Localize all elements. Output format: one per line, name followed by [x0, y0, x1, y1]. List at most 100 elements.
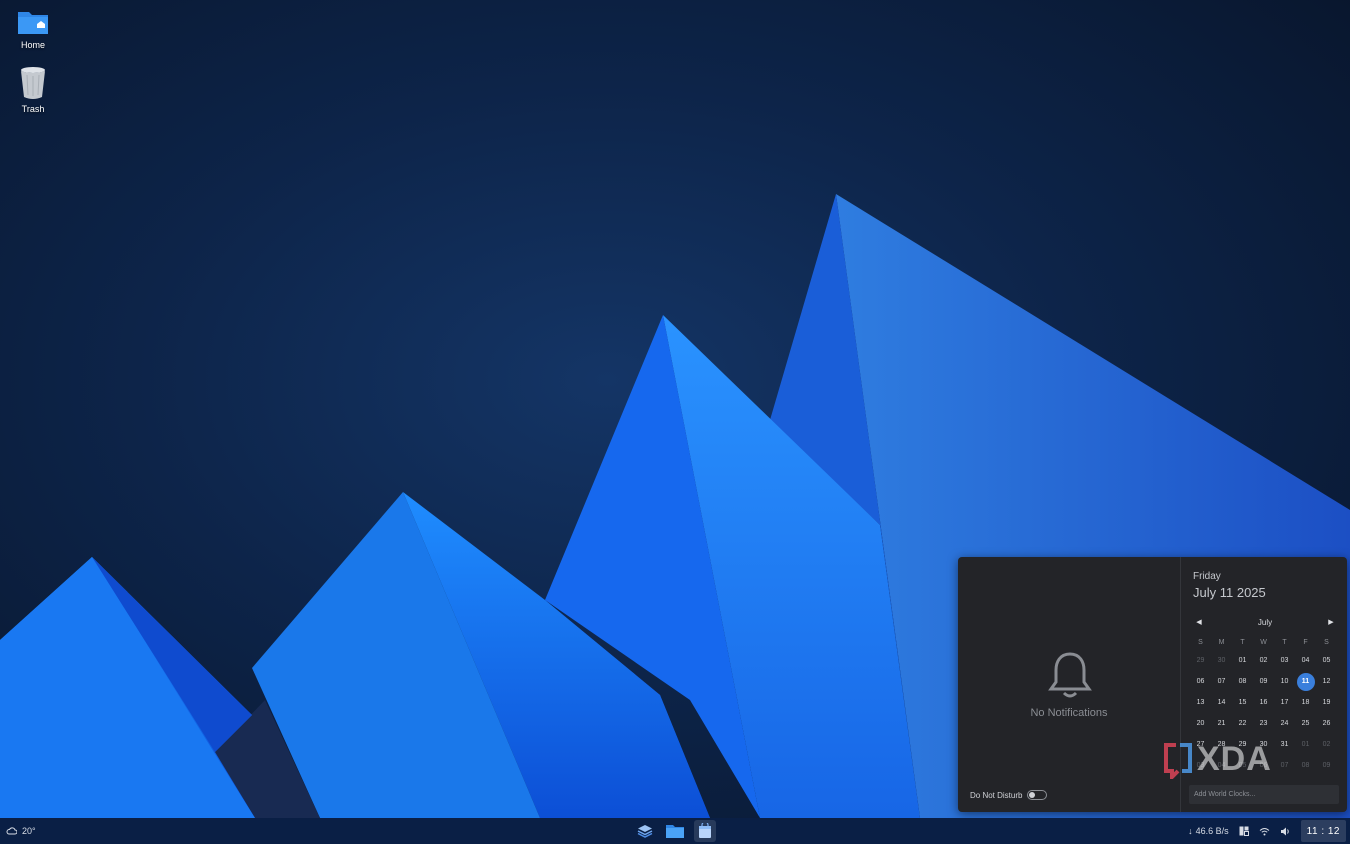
weather-temperature: 20°	[22, 826, 36, 836]
calendar-day[interactable]: 17	[1274, 692, 1295, 713]
file-manager-icon	[666, 825, 684, 838]
calendar-day-number: 06	[1196, 678, 1205, 685]
calendar-day-header: S	[1198, 639, 1203, 646]
multitasking-button[interactable]	[634, 820, 656, 842]
calendar-day[interactable]: 01	[1232, 650, 1253, 671]
calendar-month[interactable]: July	[1258, 618, 1272, 627]
calendar-day-header: F	[1303, 639, 1308, 646]
store-icon	[699, 823, 711, 838]
calendar-day-number: 12	[1322, 678, 1331, 685]
calendar-day-number: 04	[1301, 657, 1310, 664]
calendar-day-number: 07	[1217, 678, 1226, 685]
bell-icon	[1048, 652, 1092, 698]
calendar-day[interactable]: 16	[1253, 692, 1274, 713]
calendar-day-number: 01	[1238, 657, 1247, 664]
calendar-day[interactable]: 19	[1316, 692, 1337, 713]
watermark-logo: XDA	[1162, 740, 1272, 779]
desktop-icon-home[interactable]: Home	[8, 8, 58, 50]
previous-month-button[interactable]: ◀	[1193, 616, 1205, 628]
do-not-disturb-toggle[interactable]	[1027, 790, 1048, 800]
calendar-day[interactable]: 02	[1253, 650, 1274, 671]
calendar-day-number: 19	[1322, 699, 1331, 706]
calendar-day-number: 01	[1301, 741, 1310, 748]
calendar-day-header: T	[1282, 639, 1287, 646]
calendar-day[interactable]: 29	[1190, 650, 1211, 671]
trash-icon	[21, 67, 45, 99]
calendar-day-number: 23	[1259, 720, 1268, 727]
layers-icon	[637, 825, 653, 838]
calendar-day-number: 29	[1196, 657, 1205, 664]
weather-widget[interactable]: 20°	[6, 818, 36, 844]
calendar-day[interactable]: 13	[1190, 692, 1211, 713]
window-layout-icon[interactable]	[1239, 826, 1249, 836]
calendar-day[interactable]: 12	[1316, 671, 1337, 692]
taskbar-apps	[634, 820, 716, 842]
file-manager-button[interactable]	[664, 820, 686, 842]
calendar-day[interactable]: 14	[1211, 692, 1232, 713]
calendar-day-number: 22	[1238, 720, 1247, 727]
app-store-button[interactable]	[694, 820, 716, 842]
calendar-day[interactable]: 30	[1211, 650, 1232, 671]
calendar-day[interactable]: 04	[1295, 650, 1316, 671]
calendar-day[interactable]: 10	[1274, 671, 1295, 692]
download-arrow-icon: ↓	[1188, 826, 1193, 836]
calendar-day[interactable]: 24	[1274, 713, 1295, 734]
calendar-day[interactable]: 25	[1295, 713, 1316, 734]
calendar-day-number: 20	[1196, 720, 1205, 727]
calendar-day-number: 24	[1280, 720, 1289, 727]
calendar-day[interactable]: 02	[1316, 734, 1337, 755]
calendar-day[interactable]: 08	[1295, 755, 1316, 776]
calendar-day-header: S	[1324, 639, 1329, 646]
calendar-day-number: 31	[1280, 741, 1289, 748]
calendar-day[interactable]: 22	[1232, 713, 1253, 734]
calendar-day[interactable]: 07	[1211, 671, 1232, 692]
calendar-day[interactable]: 31	[1274, 734, 1295, 755]
volume-icon[interactable]	[1280, 827, 1291, 836]
calendar-day[interactable]: 23	[1253, 713, 1274, 734]
calendar-day-number: 09	[1322, 762, 1331, 769]
network-speed-indicator[interactable]: ↓ 46.6 B/s	[1188, 826, 1229, 836]
month-navigation: ◀ July ▶	[1193, 615, 1337, 629]
calendar-day-number: 15	[1238, 699, 1247, 706]
calendar-day-number: 09	[1259, 678, 1268, 685]
calendar-day-number: 10	[1280, 678, 1289, 685]
wifi-icon[interactable]	[1259, 827, 1270, 836]
notification-calendar-popup: No Notifications Do Not Disturb Friday J…	[958, 557, 1347, 812]
next-month-button[interactable]: ▶	[1325, 616, 1337, 628]
do-not-disturb-row: Do Not Disturb	[970, 790, 1048, 800]
calendar-day[interactable]: 18	[1295, 692, 1316, 713]
desktop-icon-trash[interactable]: Trash	[8, 66, 58, 114]
calendar-day[interactable]: 03	[1274, 650, 1295, 671]
calendar-day[interactable]: 26	[1316, 713, 1337, 734]
calendar-day[interactable]: 05	[1316, 650, 1337, 671]
do-not-disturb-label: Do Not Disturb	[970, 790, 1023, 800]
calendar-day[interactable]: 20	[1190, 713, 1211, 734]
calendar-day-number: 16	[1259, 699, 1268, 706]
calendar-day[interactable]: 09	[1253, 671, 1274, 692]
taskbar-clock[interactable]: 11 : 12	[1300, 820, 1346, 842]
empty-notifications-text: No Notifications	[1030, 707, 1108, 719]
calendar-day-number: 17	[1280, 699, 1289, 706]
desktop-icon-label: Trash	[21, 104, 45, 114]
calendar-day-number: 08	[1238, 678, 1247, 685]
calendar-weekday: Friday	[1193, 571, 1221, 582]
cloud-icon	[6, 827, 17, 835]
calendar-day[interactable]: 21	[1211, 713, 1232, 734]
taskbar: 20° ↓ 46.6 B/s 11: 12	[0, 818, 1350, 844]
calendar-day-today[interactable]: 11	[1295, 671, 1316, 692]
calendar-day-number: 26	[1322, 720, 1331, 727]
calendar-day[interactable]: 01	[1295, 734, 1316, 755]
calendar-day[interactable]: 15	[1232, 692, 1253, 713]
calendar-day[interactable]: 06	[1190, 671, 1211, 692]
add-world-clocks-input[interactable]: Add World Clocks...	[1189, 785, 1339, 804]
calendar-day-header: M	[1218, 639, 1225, 646]
calendar-day[interactable]: 09	[1316, 755, 1337, 776]
calendar-day[interactable]: 07	[1274, 755, 1295, 776]
calendar-day-number: 25	[1301, 720, 1310, 727]
calendar-day-header: T	[1240, 639, 1245, 646]
calendar-day-number: 05	[1322, 657, 1331, 664]
watermark-text: XDA	[1197, 740, 1272, 778]
system-tray: ↓ 46.6 B/s 11 : 12	[1188, 818, 1350, 844]
folder-home-icon	[18, 12, 48, 34]
calendar-day[interactable]: 08	[1232, 671, 1253, 692]
